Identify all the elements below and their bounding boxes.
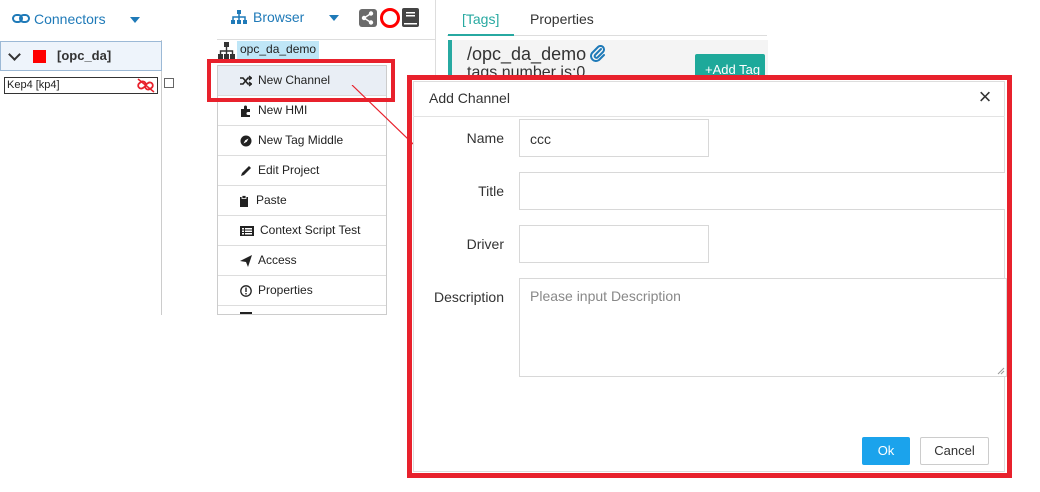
tab-label: [Tags]	[462, 11, 500, 27]
sitemap-icon	[231, 10, 247, 24]
chevron-down-icon[interactable]	[8, 48, 21, 61]
connector-checkbox[interactable]	[164, 78, 174, 88]
chevron-down-icon[interactable]	[329, 15, 339, 21]
connectors-header[interactable]: Connectors	[0, 0, 162, 40]
tab-properties[interactable]: Properties	[530, 11, 594, 27]
menu-item-label: Access	[258, 253, 297, 267]
sitemap-icon	[218, 42, 235, 59]
status-indicator	[33, 50, 46, 63]
link-icon	[12, 14, 30, 23]
connector-group-row[interactable]: [opc_da]	[0, 41, 162, 71]
connector-group-label: [opc_da]	[57, 48, 112, 63]
paperclip-icon[interactable]	[589, 45, 607, 63]
clipboard-icon	[240, 195, 248, 207]
menu-item-label: Paste	[256, 193, 287, 207]
chevron-down-icon[interactable]	[130, 17, 140, 23]
dialog-highlight	[407, 75, 1012, 478]
share-icon[interactable]	[359, 9, 377, 27]
broken-link-icon	[137, 78, 155, 93]
menu-item-context-script-test[interactable]: Context Script Test	[218, 216, 386, 246]
pencil-icon	[241, 166, 251, 176]
send-icon	[240, 255, 252, 267]
menu-item-label: Edit Project	[258, 163, 320, 177]
menu-item-paste[interactable]: Paste	[218, 186, 386, 216]
tree-node-label: opc_da_demo	[237, 41, 320, 59]
project-title: /opc_da_demo	[467, 44, 587, 64]
record-icon[interactable]	[380, 8, 400, 28]
menu-item-label: Properties	[258, 283, 313, 297]
puzzle-icon	[241, 105, 250, 117]
menu-item-partial[interactable]	[218, 306, 386, 314]
menu-item-label: New Tag Middle	[258, 133, 344, 147]
menu-icon	[240, 312, 252, 314]
menu-item-label: New HMI	[258, 103, 308, 117]
tab-tags[interactable]: [Tags]	[448, 0, 514, 36]
connector-item-label: Kep4 [kp4]	[7, 79, 60, 91]
panel-divider	[435, 0, 436, 80]
menu-item-access[interactable]: Access	[218, 246, 386, 276]
connector-item[interactable]: Kep4 [kp4]	[4, 77, 158, 94]
book-icon[interactable]	[402, 8, 419, 27]
menu-item-properties[interactable]: Properties	[218, 276, 386, 306]
browser-title: Browser	[253, 9, 305, 25]
menu-item-label: Context Script Test	[260, 223, 361, 237]
list-icon	[240, 226, 254, 236]
tree-node-project[interactable]: opc_da_demo	[218, 40, 320, 60]
connectors-title: Connectors	[34, 11, 106, 27]
info-icon	[240, 285, 252, 297]
compass-icon	[240, 135, 252, 147]
